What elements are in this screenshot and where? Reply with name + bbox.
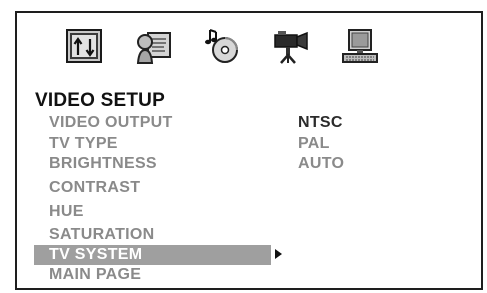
video-setup-icon[interactable] (272, 27, 310, 65)
audio-setup-icon[interactable] (203, 27, 241, 65)
menu-item-video-output[interactable]: VIDEO OUTPUT (49, 113, 173, 133)
option-pal[interactable]: PAL (298, 134, 330, 154)
submenu-arrow-icon (275, 249, 282, 259)
menu-item-contrast[interactable]: CONTRAST (49, 178, 140, 198)
menu-item-tv-type[interactable]: TV TYPE (49, 134, 118, 154)
menu-title: VIDEO SETUP (35, 90, 165, 111)
menu-item-main-page[interactable]: MAIN PAGE (49, 265, 141, 285)
menu-item-tv-system[interactable]: TV SYSTEM (49, 245, 142, 265)
preference-setup-icon[interactable] (341, 27, 379, 65)
menu-item-saturation[interactable]: SATURATION (49, 225, 155, 245)
setup-icon-bar (65, 27, 378, 75)
option-ntsc[interactable]: NTSC (298, 113, 343, 133)
menu-item-hue[interactable]: HUE (49, 202, 84, 222)
option-auto[interactable]: AUTO (298, 154, 344, 174)
language-setup-icon[interactable] (134, 27, 172, 65)
menu-item-brightness[interactable]: BRIGHTNESS (49, 154, 157, 174)
system-setup-icon[interactable] (65, 27, 103, 65)
